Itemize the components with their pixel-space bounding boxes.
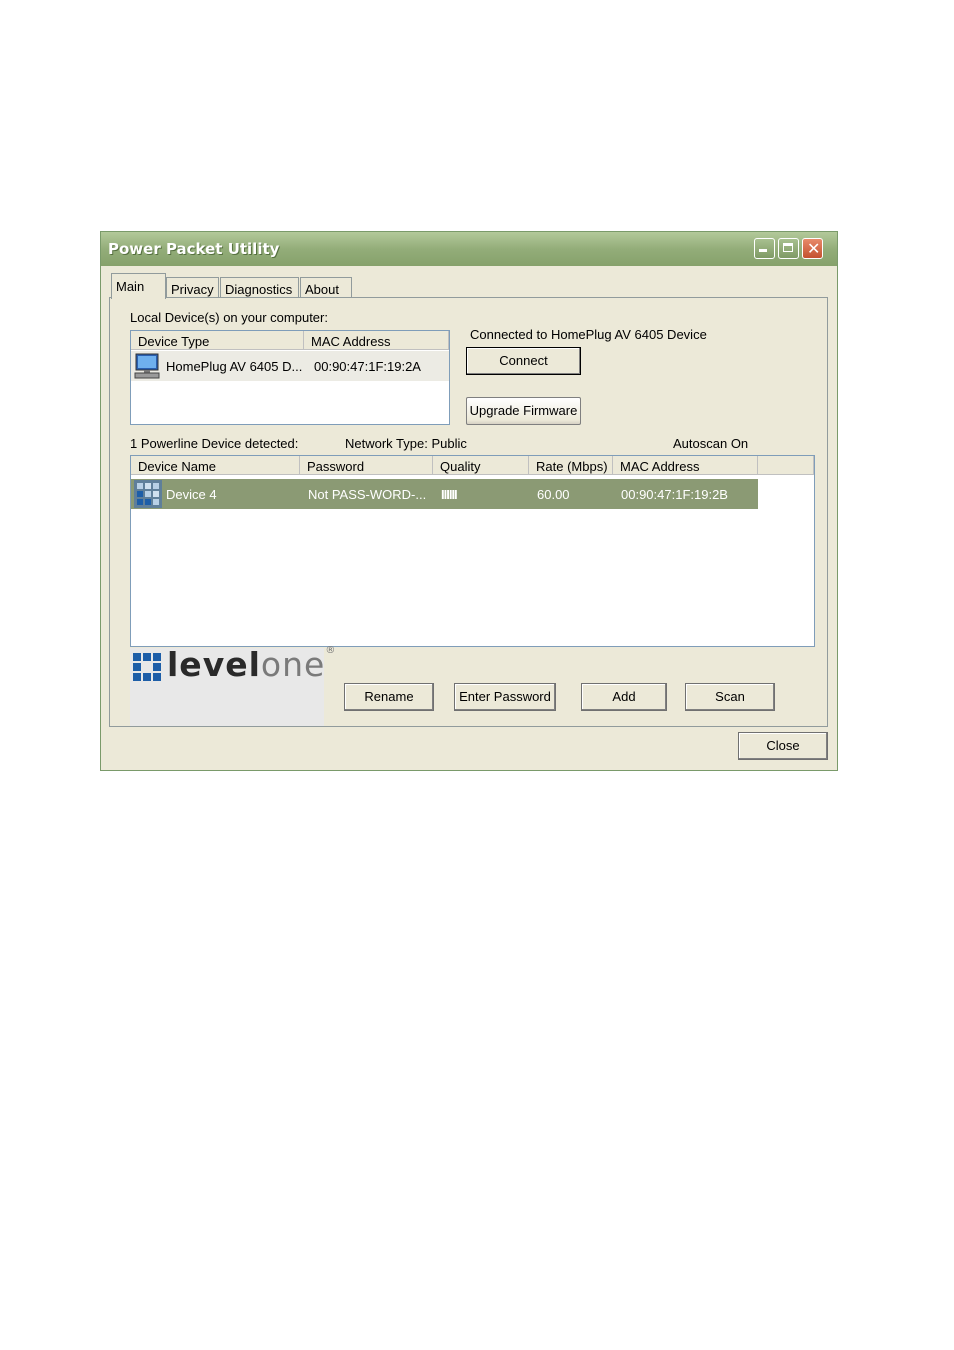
- minimize-button[interactable]: [754, 238, 775, 259]
- powerline-devices-list[interactable]: Device Name Password Quality Rate (Mbps)…: [130, 455, 815, 647]
- title-bar[interactable]: Power Packet Utility ✕: [101, 232, 837, 266]
- window-title: Power Packet Utility: [108, 240, 280, 258]
- enter-password-button[interactable]: Enter Password: [454, 683, 556, 711]
- upgrade-firmware-button[interactable]: Upgrade Firmware: [466, 397, 581, 425]
- levelone-mark-icon: [133, 653, 161, 681]
- powerline-device-icon: [134, 480, 162, 508]
- tab-label: About: [305, 282, 339, 297]
- device-quality: IIIIII: [441, 487, 458, 502]
- tab-label: Diagnostics: [225, 282, 293, 297]
- add-button[interactable]: Add: [581, 683, 667, 711]
- maximize-button[interactable]: [778, 238, 799, 259]
- rename-button[interactable]: Rename: [344, 683, 434, 711]
- tab-label: Privacy: [171, 282, 214, 297]
- column-header-password[interactable]: Password: [300, 456, 433, 475]
- column-header-device-type[interactable]: Device Type: [131, 331, 304, 350]
- column-header-filler: [758, 456, 814, 475]
- tab-label: Main: [116, 279, 145, 294]
- device-rate: 60.00: [537, 487, 570, 502]
- tab-diagnostics[interactable]: Diagnostics: [220, 277, 299, 299]
- device-name: Device 4: [166, 487, 217, 502]
- column-header-quality[interactable]: Quality: [433, 456, 529, 475]
- local-devices-list[interactable]: Device Type MAC Address HomePlug AV 6405…: [130, 330, 450, 425]
- tab-privacy[interactable]: Privacy: [166, 277, 219, 299]
- close-icon: ✕: [807, 239, 821, 258]
- devices-detected-text: 1 Powerline Device detected:: [130, 436, 299, 451]
- column-header-mac-address[interactable]: MAC Address: [304, 331, 449, 350]
- close-button[interactable]: Close: [738, 732, 828, 760]
- local-device-mac: 00:90:47:1F:19:2A: [314, 359, 421, 374]
- autoscan-status-text: Autoscan On: [673, 436, 749, 451]
- levelone-logo-text: levelone®: [167, 645, 337, 684]
- main-tab-panel: Local Device(s) on your computer: Device…: [109, 297, 828, 727]
- app-window: Power Packet Utility ✕ Main Privacy Diag…: [100, 231, 838, 771]
- connection-status: Connected to HomePlug AV 6405 Device: [470, 327, 707, 342]
- scan-button[interactable]: Scan: [685, 683, 775, 711]
- local-device-row[interactable]: HomePlug AV 6405 D... 00:90:47:1F:19:2A: [131, 351, 449, 381]
- computer-icon: [134, 353, 160, 379]
- tab-main[interactable]: Main: [111, 273, 166, 299]
- connect-button[interactable]: Connect: [466, 347, 581, 375]
- column-header-rate[interactable]: Rate (Mbps): [529, 456, 613, 475]
- maximize-icon: [783, 243, 793, 252]
- device-password: Not PASS-WORD-...: [308, 487, 427, 502]
- local-devices-label: Local Device(s) on your computer:: [130, 310, 328, 325]
- minimize-icon: [759, 249, 767, 252]
- tab-about[interactable]: About: [300, 277, 352, 299]
- levelone-logo: levelone®: [130, 645, 335, 726]
- column-header-mac-address[interactable]: MAC Address: [613, 456, 758, 475]
- device-mac: 00:90:47:1F:19:2B: [621, 487, 728, 502]
- close-window-button[interactable]: ✕: [802, 238, 823, 259]
- column-header-device-name[interactable]: Device Name: [131, 456, 300, 475]
- powerline-device-row[interactable]: Device 4 Not PASS-WORD-... IIIIII 60.00 …: [131, 479, 758, 509]
- local-device-type: HomePlug AV 6405 D...: [166, 359, 303, 374]
- network-type-text: Network Type: Public: [345, 436, 467, 451]
